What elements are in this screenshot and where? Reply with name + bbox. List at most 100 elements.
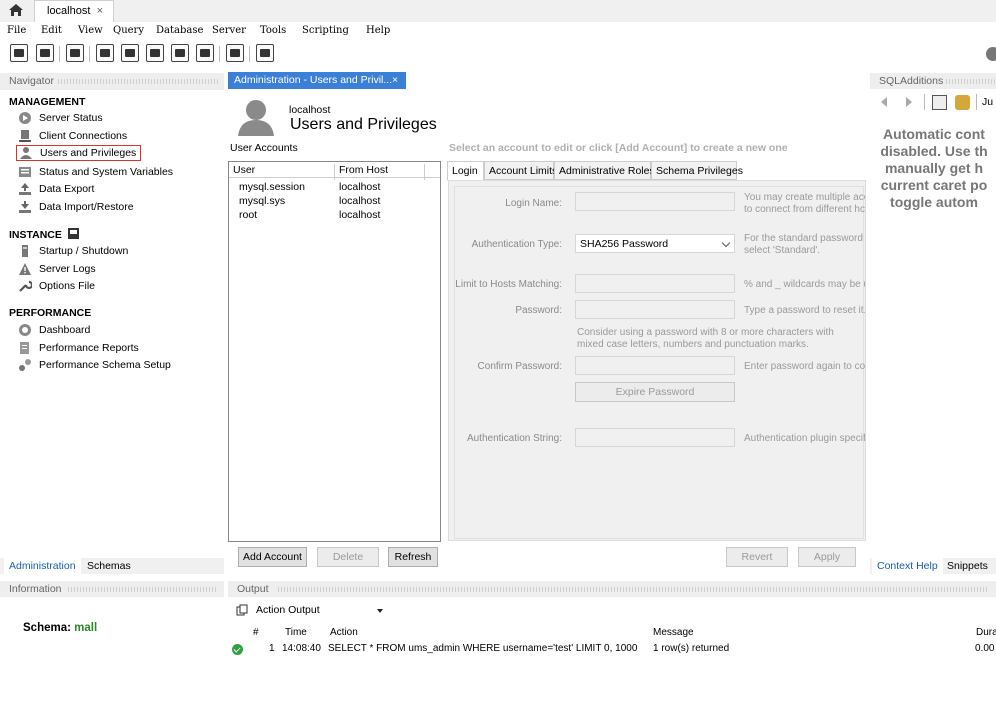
server-status-icon [19,112,31,124]
column-time: Time [285,627,307,638]
inspector-icon[interactable] [66,44,84,62]
row-user: root [239,209,258,221]
tab-login[interactable]: Login [447,161,484,181]
column-user[interactable]: User [233,164,255,176]
auth-type-select[interactable]: SHA256 Password [575,234,735,253]
nav-startup-shutdown[interactable]: Startup / Shutdown [18,243,128,259]
row-user: mysql.sys [239,195,286,207]
revert-button[interactable]: Revert [726,547,788,567]
connection-tab-localhost[interactable]: localhost × [34,0,114,22]
table-row[interactable]: mysql.session localhost [229,181,440,195]
tab-schema-privileges[interactable]: Schema Privileges [651,161,743,180]
delete-button[interactable]: Delete [317,547,379,567]
jump-to-label[interactable]: Ju [982,96,993,108]
sql-additions-tabs: Context Help Snippets [870,558,996,574]
tab-administrative-roles[interactable]: Administrative Roles [554,161,655,180]
nav-users-and-privileges[interactable]: Users and Privileges [16,145,142,161]
section-instance-title: INSTANCE [9,229,62,241]
nav-item-label: Startup / Shutdown [39,245,129,257]
login-name-label: Login Name: [505,198,562,209]
create-procedure-icon[interactable] [171,44,189,62]
login-details-panel: Login Name: You may create multiple acco… [448,180,866,541]
menu-server[interactable]: Server [212,25,246,36]
confirm-password-input[interactable] [575,356,735,375]
nav-data-export[interactable]: Data Export [18,181,94,197]
nav-performance-reports[interactable]: Performance Reports [18,340,139,356]
nav-item-label: Server Status [39,112,103,124]
table-row[interactable]: mysql.sys localhost [229,195,440,209]
row-host: localhost [339,181,381,193]
confirm-password-hint: Enter password again to cor [744,361,866,372]
output-header: Output [228,581,996,598]
wrench-icon [19,280,32,292]
menu-query[interactable]: Query [113,25,144,36]
auth-type-hint-2: select 'Standard'. [744,245,821,256]
nav-performance-schema-setup[interactable]: Performance Schema Setup [18,357,171,373]
menu-edit[interactable]: Edit [41,25,62,36]
apply-button[interactable]: Apply [798,547,856,567]
tab-schemas[interactable]: Schemas [82,558,136,574]
password-input[interactable] [575,300,735,319]
login-name-input[interactable] [575,192,735,211]
create-view-icon[interactable] [146,44,164,62]
nav-data-import-restore[interactable]: Data Import/Restore [18,199,134,215]
select-account-hint: Select an account to edit or click [Add … [449,142,788,154]
main-tab-label: Administration - Users and Privil... [234,74,393,86]
column-from-host[interactable]: From Host [339,164,388,176]
menu-tools[interactable]: Tools [260,25,286,36]
nav-dashboard[interactable]: Dashboard [18,322,90,338]
auto-help-icon[interactable] [955,95,970,110]
user-accounts-list[interactable]: User From Host mysql.session localhost m… [228,161,441,542]
nav-client-connections[interactable]: Client Connections [18,128,127,144]
nav-options-file[interactable]: Options File [18,278,95,294]
table-row[interactable]: root localhost [229,209,440,223]
variables-icon [19,167,31,177]
close-icon[interactable]: × [392,74,398,86]
menu-scripting[interactable]: Scripting [302,25,349,36]
tab-context-help[interactable]: Context Help [872,558,943,574]
create-table-icon[interactable] [121,44,139,62]
add-account-button[interactable]: Add Account [238,547,307,567]
auth-string-input[interactable] [575,428,735,447]
menu-file[interactable]: File [7,25,26,36]
information-header: Information [0,581,224,598]
tab-admin-users-privileges[interactable]: Administration - Users and Privil... × [228,72,406,89]
menu-view[interactable]: View [78,25,103,36]
login-name-hint-2: to connect from different hc [744,204,865,215]
information-title: Information [9,583,62,595]
back-icon[interactable] [880,97,888,107]
menu-database[interactable]: Database [156,25,203,36]
limit-hosts-input[interactable] [575,274,735,293]
toolbar-separator [89,46,90,62]
menu-help[interactable]: Help [366,25,390,36]
home-icon[interactable] [8,3,24,17]
create-function-icon[interactable] [196,44,214,62]
reconnect-icon[interactable] [256,44,274,62]
user-accounts-label: User Accounts [230,142,298,154]
nav-server-logs[interactable]: Server Logs [18,261,96,277]
tab-administration[interactable]: Administration [4,558,81,574]
open-sql-script-icon[interactable] [36,44,54,62]
nav-server-status[interactable]: Server Status [18,110,103,126]
panel-grip [58,79,218,84]
tab-snippets[interactable]: Snippets [942,558,993,574]
search-table-data-icon[interactable] [226,44,244,62]
forward-icon[interactable] [905,97,913,107]
copy-icon[interactable] [236,604,248,616]
refresh-button[interactable]: Refresh [388,547,438,567]
settings-icon[interactable] [986,47,996,61]
help-line: Automatic cont [883,126,985,142]
new-sql-tab-icon[interactable] [10,44,28,62]
section-performance: PERFORMANCE [9,307,92,319]
auth-type-hint: For the standard password a [744,233,866,244]
expire-password-button[interactable]: Expire Password [575,382,735,402]
password-advice-2: mixed case letters, numbers and punctuat… [577,339,809,350]
tab-account-limits[interactable]: Account Limits [484,161,557,180]
create-schema-icon[interactable] [96,44,114,62]
confirm-password-label: Confirm Password: [477,361,562,372]
chevron-down-icon [377,609,383,613]
header-host: localhost [289,104,331,116]
close-icon[interactable]: × [97,5,103,17]
nav-status-system-variables[interactable]: Status and System Variables [18,164,173,180]
context-help-icon[interactable] [932,95,947,110]
